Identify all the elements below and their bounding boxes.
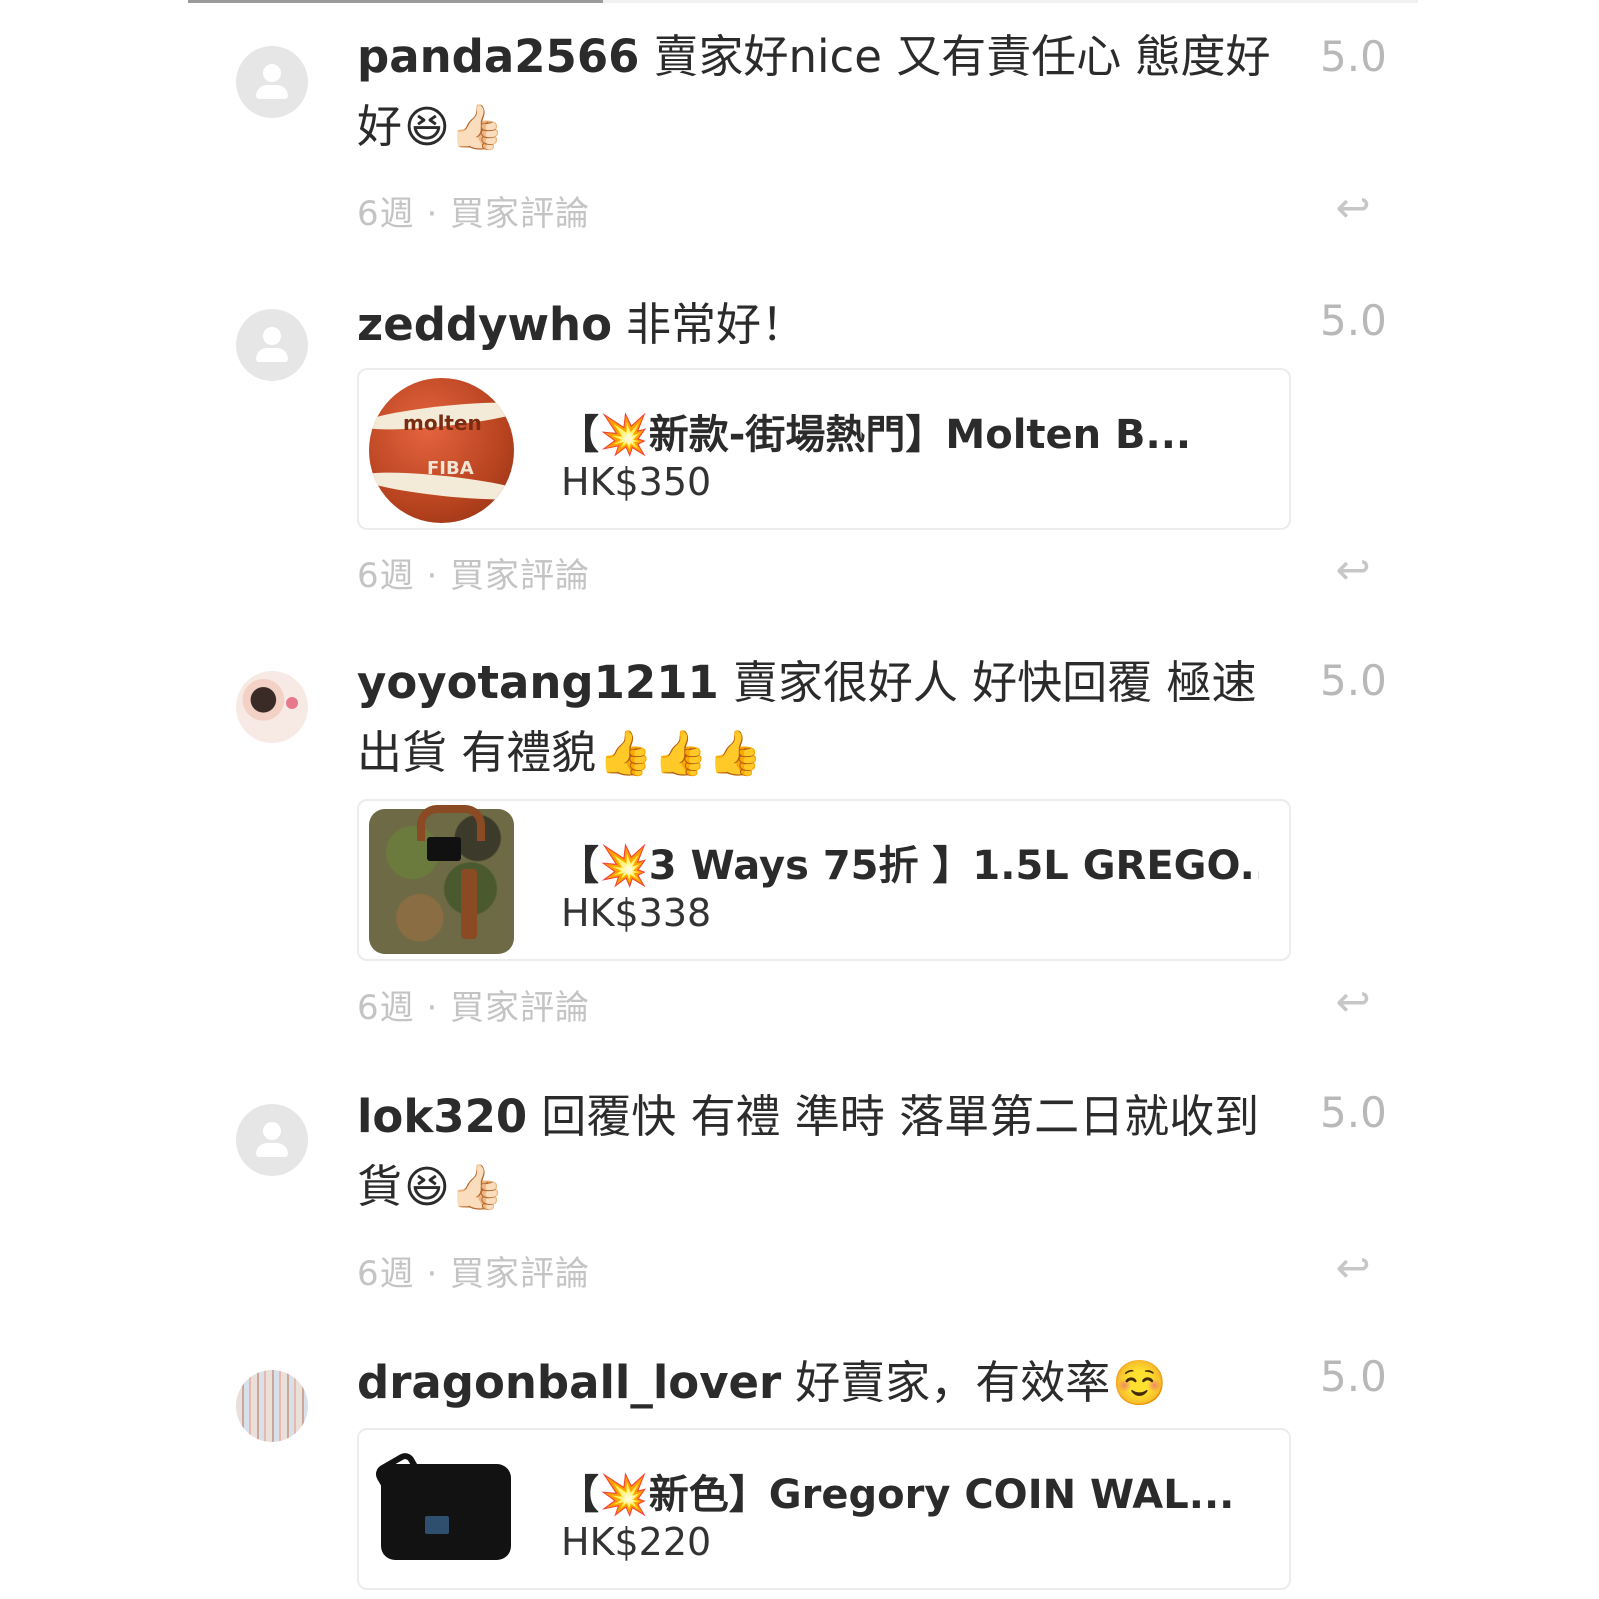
emoji: 😆👍🏻	[404, 102, 505, 153]
product-price: HK$338	[561, 891, 712, 935]
reviewer-username[interactable]: panda2566	[357, 30, 639, 83]
default-avatar-icon[interactable]	[236, 309, 308, 381]
review-rating: 5.0	[1320, 1088, 1387, 1137]
product-price: HK$220	[561, 1520, 712, 1564]
reply-arrow-icon[interactable]: ↩	[1328, 981, 1378, 1023]
product-title: 【💥新色】Gregory COIN WAL...	[559, 1472, 1235, 1518]
reply-arrow-icon[interactable]: ↩	[1328, 549, 1378, 591]
review-text: zeddywho 非常好！	[357, 290, 1277, 360]
reviewer-username[interactable]: yoyotang1211	[357, 656, 719, 709]
photo-avatar[interactable]	[236, 671, 308, 743]
review-comment: 非常好！	[626, 298, 807, 351]
reviewer-username[interactable]: dragonball_lover	[357, 1356, 781, 1409]
product-card[interactable]: 【💥新色】Gregory COIN WAL... HK$220	[357, 1428, 1291, 1590]
review-meta: 6週 · 買家評論	[357, 988, 591, 1028]
product-card[interactable]: 【💥3 Ways 75折 】1.5L GREGO... HK$338	[357, 799, 1291, 961]
product-card[interactable]: molten FIBA 【💥新款-街場熱門】Molten B... HK$350	[357, 368, 1291, 530]
default-avatar-icon[interactable]	[236, 46, 308, 118]
emoji: 😆👍🏻	[404, 1162, 505, 1213]
tab-indicator-track	[188, 0, 1418, 3]
review-text: dragonball_lover 好賣家，有效率☺️	[357, 1348, 1277, 1419]
review-rating: 5.0	[1320, 296, 1387, 345]
reviewer-username[interactable]: zeddywho	[357, 298, 612, 351]
reviewer-username[interactable]: lok320	[357, 1090, 527, 1143]
reply-arrow-icon[interactable]: ↩	[1328, 187, 1378, 229]
wallet-image	[369, 1438, 514, 1583]
review-rating: 5.0	[1320, 656, 1387, 705]
review-text: lok320 回覆快 有禮 準時 落單第二日就收到貨😆👍🏻	[357, 1082, 1277, 1223]
review-meta: 6週 · 買家評論	[357, 556, 591, 596]
product-title: 【💥新款-街場熱門】Molten B...	[559, 412, 1192, 458]
review-text: panda2566 賣家好nice 又有責任心 態度好好😆👍🏻	[357, 22, 1277, 163]
review-comment: 好賣家，有效率	[795, 1356, 1111, 1409]
photo-avatar[interactable]	[236, 1370, 308, 1442]
review-meta: 6週 · 買家評論	[357, 1254, 591, 1294]
reply-arrow-icon[interactable]: ↩	[1328, 1247, 1378, 1289]
product-price: HK$350	[561, 460, 712, 504]
review-rating: 5.0	[1320, 32, 1387, 81]
tab-indicator-active	[188, 0, 603, 3]
review-meta: 6週 · 買家評論	[357, 194, 591, 234]
camo-bag-image	[369, 805, 514, 954]
emoji: 👍👍👍	[598, 728, 763, 779]
default-avatar-icon[interactable]	[236, 1104, 308, 1176]
review-rating: 5.0	[1320, 1352, 1387, 1401]
emoji: ☺️	[1112, 1358, 1168, 1409]
basketball-image: molten FIBA	[369, 378, 514, 523]
product-title: 【💥3 Ways 75折 】1.5L GREGO...	[559, 843, 1259, 889]
review-text: yoyotang1211 賣家很好人 好快回覆 極速出貨 有禮貌👍👍👍	[357, 648, 1277, 789]
